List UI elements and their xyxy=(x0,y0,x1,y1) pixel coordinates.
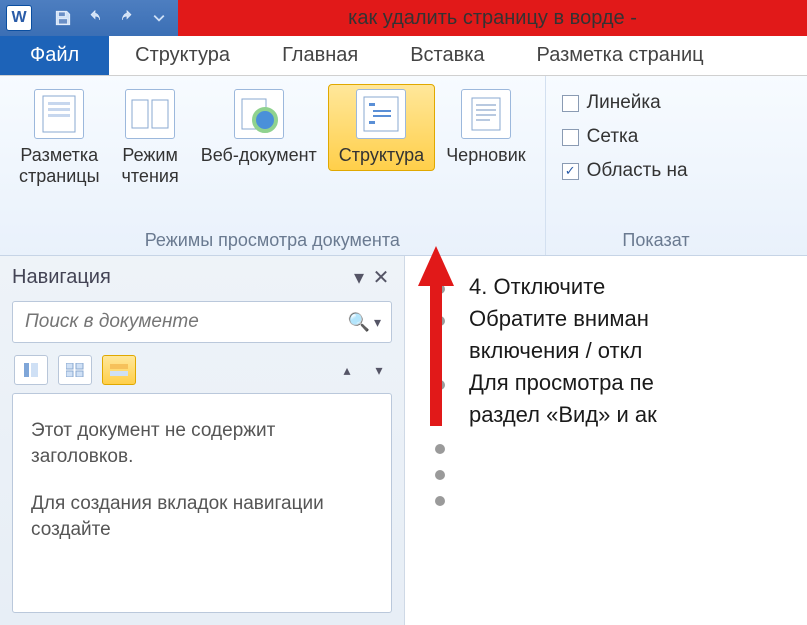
list-item xyxy=(435,460,807,480)
list-item xyxy=(435,434,807,454)
ribbon-tabs: Файл Структура Главная Вставка Разметка … xyxy=(0,36,807,76)
checkbox-navigation-pane[interactable]: ✓ Область на xyxy=(562,160,688,182)
document-area[interactable]: 4. Отключите Обратите вниман включения /… xyxy=(405,256,807,625)
search-input[interactable] xyxy=(23,310,348,334)
bullet-icon xyxy=(435,496,445,506)
tab-page-layout[interactable]: Разметка страниц xyxy=(511,36,730,75)
view-outline[interactable]: Структура xyxy=(328,84,435,171)
navigation-empty-message: Этот документ не содержит заголовков. xyxy=(31,418,373,469)
navigation-menu-button[interactable]: ▾ xyxy=(348,267,370,289)
bullet-icon xyxy=(435,444,445,454)
nav-prev-button[interactable]: ▴ xyxy=(336,359,358,381)
bullet-icon xyxy=(435,380,445,390)
navigation-title: Навигация xyxy=(12,266,111,289)
list-item: раздел «Вид» и ак xyxy=(435,402,807,428)
bullet-icon xyxy=(435,284,445,294)
view-web[interactable]: Веб-документ xyxy=(190,84,328,171)
navigation-pane: Навигация ▾ ✕ 🔍 ▾ ▴ ▾ Этот документ н xyxy=(0,256,405,625)
nav-tab-pages[interactable] xyxy=(58,355,92,385)
redo-button[interactable] xyxy=(114,5,140,31)
search-dropdown-icon[interactable]: ▾ xyxy=(374,314,381,331)
tab-insert[interactable]: Вставка xyxy=(384,36,510,75)
ribbon: Разметка страницы Режим чтения Веб-докум… xyxy=(0,76,807,256)
nav-next-button[interactable]: ▾ xyxy=(368,359,390,381)
chevron-down-icon xyxy=(153,12,165,24)
tab-file[interactable]: Файл xyxy=(0,36,109,75)
checkbox-ruler[interactable]: Линейка xyxy=(562,92,688,114)
list-item: 4. Отключите xyxy=(435,274,807,300)
list-item xyxy=(435,486,807,506)
pages-icon xyxy=(66,363,84,377)
nav-tab-results[interactable] xyxy=(102,355,136,385)
tab-structure[interactable]: Структура xyxy=(109,36,256,75)
group-label-show: Показат xyxy=(554,228,696,251)
navigation-pane-header: Навигация ▾ ✕ xyxy=(4,260,400,295)
nav-tab-headings[interactable] xyxy=(14,355,48,385)
checkbox-icon: ✓ xyxy=(562,163,579,180)
undo-icon xyxy=(85,10,105,26)
list-item: Обратите вниман xyxy=(435,306,807,332)
view-print-layout[interactable]: Разметка страницы xyxy=(8,84,111,191)
draft-icon xyxy=(461,89,511,139)
navigation-content: Этот документ не содержит заголовков. Дл… xyxy=(12,393,392,613)
web-icon xyxy=(234,89,284,139)
window-title: как удалить страницу в ворде - xyxy=(178,0,807,36)
qat-customize-button[interactable] xyxy=(146,5,172,31)
bullet-icon xyxy=(435,470,445,480)
page-layout-icon xyxy=(34,89,84,139)
workspace: Навигация ▾ ✕ 🔍 ▾ ▴ ▾ Этот документ н xyxy=(0,256,807,625)
navigation-hint-message: Для создания вкладок навигации создайте xyxy=(31,491,373,542)
quick-access-toolbar: W xyxy=(0,0,178,36)
checkbox-grid[interactable]: Сетка xyxy=(562,126,688,148)
checkbox-icon xyxy=(562,95,579,112)
navigation-tabbar: ▴ ▾ xyxy=(4,353,400,393)
group-show: Линейка Сетка ✓ Область на Показат xyxy=(546,76,704,255)
view-draft[interactable]: Черновик xyxy=(435,84,536,171)
search-icon[interactable]: 🔍 xyxy=(348,312,370,333)
results-icon xyxy=(110,364,128,376)
outline-icon xyxy=(356,89,406,139)
checkbox-icon xyxy=(562,129,579,146)
tab-home[interactable]: Главная xyxy=(256,36,384,75)
headings-icon xyxy=(23,362,39,378)
view-reading[interactable]: Режим чтения xyxy=(111,84,190,191)
save-icon xyxy=(54,9,72,27)
list-item: включения / откл xyxy=(435,338,807,364)
group-document-views: Разметка страницы Режим чтения Веб-докум… xyxy=(0,76,546,255)
save-button[interactable] xyxy=(50,5,76,31)
navigation-search[interactable]: 🔍 ▾ xyxy=(12,301,392,343)
app-icon[interactable]: W xyxy=(6,5,32,31)
undo-button[interactable] xyxy=(82,5,108,31)
navigation-close-button[interactable]: ✕ xyxy=(370,267,392,289)
redo-icon xyxy=(117,10,137,26)
reading-icon xyxy=(125,89,175,139)
list-item: Для просмотра пе xyxy=(435,370,807,396)
window-titlebar: W как удалить страницу в ворде - xyxy=(0,0,807,36)
group-label-views: Режимы просмотра документа xyxy=(8,228,537,251)
bullet-icon xyxy=(435,316,445,326)
